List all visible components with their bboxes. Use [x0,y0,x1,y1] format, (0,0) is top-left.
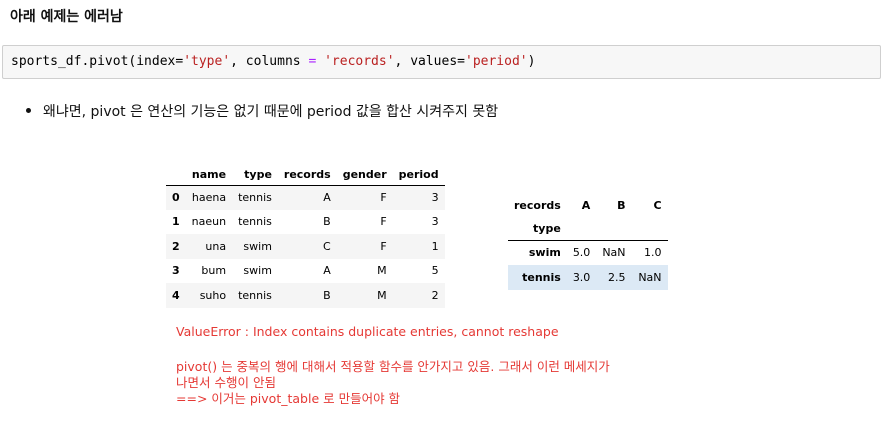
note-line: 나면서 수행이 안됨 [176,375,276,390]
note-line: pivot() 는 중복의 행에 대해서 적용할 함수를 안가지고 있음. 그래… [176,359,610,374]
index-label: type [533,221,561,235]
table-cell: A [323,191,331,204]
table-cell: M [377,288,387,302]
column-header: A [581,199,591,212]
code-string-columns: 'records' [324,54,395,69]
error-message: ValueError : Index contains duplicate en… [176,324,559,339]
column-header: name [191,167,227,181]
note-line: ==> 이거는 pivot_table 로 만들어야 함 [176,391,401,406]
empty-header [567,217,597,240]
table-cell: swim [243,239,272,253]
code-text: , values= [394,54,465,69]
empty-header [596,217,631,240]
table-cell: B [323,288,331,302]
code-text: sports_df.pivot(index= [11,54,184,69]
table-cell: haena [191,191,227,204]
table-cell: tennis [238,215,272,229]
table-row: 1 naeun tennis B F 3 [166,210,445,235]
row-index: tennis [522,271,561,284]
column-header: period [398,167,439,181]
table-row: swim 5.0 NaN 1.0 [508,240,668,265]
table-cell: 1.0 [644,246,662,260]
code-text: ) [527,54,536,69]
table-index-row: type [508,217,668,240]
table-cell: 5 [431,264,439,278]
table-row: 2 una swim C F 1 [166,234,445,259]
table-cell: tennis [238,191,272,204]
table-cell: A [323,264,331,278]
column-header: gender [342,167,387,181]
table-cell: tennis [238,288,272,302]
section-heading: 아래 예제는 에러남 [10,9,123,25]
row-index: 2 [172,239,180,253]
row-index: 1 [172,215,180,229]
bullet-text: 왜냐면, pivot 은 연산의 기능은 없기 때문에 period 값을 합산… [43,104,499,120]
table-cell: 3 [431,191,439,204]
code-cell[interactable]: sports_df.pivot(index='type', columns = … [2,45,881,79]
table-cell: 2 [431,288,439,302]
columns-label: records [514,199,561,212]
pivot-table: records A B C type swim 5.0 NaN 1.0 tenn… [508,194,668,290]
index-header [166,164,186,185]
table-cell: NaN [602,246,626,260]
column-header: records [283,167,331,181]
row-index: 3 [172,264,180,278]
table-cell: bum [201,264,227,278]
code-text: , columns [230,54,309,69]
table-cell: 3.0 [572,271,591,284]
table-header-row: name type records gender period [166,164,445,185]
table-cell: swim [243,264,272,278]
table-cell: 1 [431,239,439,253]
empty-header [632,217,668,240]
row-index: 4 [172,288,180,302]
code-string-values: 'period' [465,54,528,69]
table-cell: F [380,239,387,253]
table-cell: 2.5 [608,271,626,284]
table-cell: NaN [638,271,662,284]
table-cell: M [377,264,387,278]
table-cell: 5.0 [572,246,591,260]
table-header-row: records A B C [508,194,668,217]
column-header: C [653,199,662,212]
table-cell: F [380,215,387,229]
bullet-item: 왜냐면, pivot 은 연산의 기능은 없기 때문에 period 값을 합산… [26,101,498,121]
table-row: 3 bum swim A M 5 [166,259,445,284]
bullet-dot-icon [26,107,31,113]
row-index: swim [528,246,561,260]
table-cell: una [205,239,227,253]
column-header: type [244,167,272,181]
column-header: B [617,199,626,212]
row-index: 0 [172,191,180,204]
table-cell: B [323,215,331,229]
dataframe-table: name type records gender period 0 haena … [166,164,445,308]
table-row: 4 suho tennis B M 2 [166,283,445,308]
table-row: 0 haena tennis A F 3 [166,185,445,210]
table-cell: naeun [191,215,227,229]
code-string-index: 'type' [183,54,231,69]
table-cell: F [380,191,387,204]
table-cell: 3 [431,215,439,229]
table-cell: C [323,239,331,253]
table-row: tennis 3.0 2.5 NaN [508,265,668,290]
table-cell: suho [199,288,227,302]
